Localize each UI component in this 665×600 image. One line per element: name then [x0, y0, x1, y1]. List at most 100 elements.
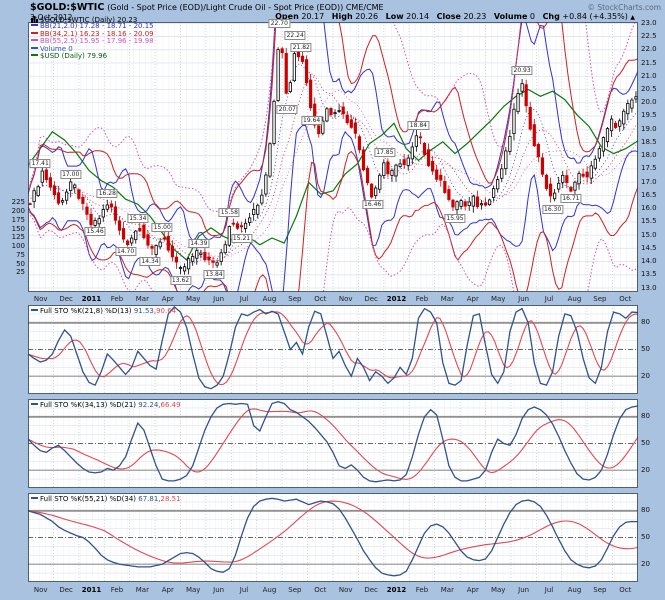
month-axis-label: Dec — [59, 295, 73, 303]
sto-axis-tick: 20 — [641, 561, 665, 568]
month-axis-label: Nov — [34, 295, 48, 303]
price-axis-tick: 21.5 — [641, 60, 665, 67]
month-axis-label: Sep — [593, 295, 606, 303]
volume-axis-tick: 175 — [0, 217, 25, 224]
price-axis-tick: 16.0 — [641, 205, 665, 212]
price-axis-tick: 19.0 — [641, 126, 665, 133]
legend-usd-text: $USD (Daily) 79.96 — [40, 52, 107, 60]
ohlc-quote-row: Open 20.17 High 20.26 Low 20.14 Close 20… — [270, 12, 635, 21]
month-axis-label: 2012 — [387, 586, 406, 594]
sto-plot-canvas-3 — [28, 493, 638, 582]
sto1-k-value: 91.53, — [134, 307, 156, 315]
price-axis-tick: 13.5 — [641, 271, 665, 278]
chg-label: Chg — [543, 12, 560, 21]
symbol-name: $GOLD:$WTIC — [30, 2, 104, 13]
price-axis-tick: 20.0 — [641, 99, 665, 106]
sto3-label: Full STO %K(55,21) %D(34) — [40, 495, 136, 503]
price-axis-tick: 21.0 — [641, 73, 665, 80]
main-legend: $GOLD:$WTIC (Daily) 20.23 BB(21,2.0) 17.… — [31, 16, 154, 60]
price-annotation: 17.41 — [30, 159, 51, 168]
price-axis-tick: 23.0 — [641, 20, 665, 27]
month-axis-label: Sep — [593, 586, 606, 594]
bb21-line-swatch — [31, 24, 38, 26]
price-annotation: 18.84 — [408, 121, 429, 130]
price-annotation: 13.84 — [203, 270, 224, 279]
month-axis-label: Apr — [162, 295, 174, 303]
up-arrow-icon: ▲ — [630, 14, 635, 21]
volume-axis-tick: 125 — [0, 234, 25, 241]
price-annotation: 16.28 — [97, 189, 118, 198]
month-axis-label: Feb — [111, 586, 123, 594]
sto-axis-tick: 80 — [641, 507, 665, 514]
price-annotation: 14.34 — [139, 257, 160, 266]
month-axis-label: Mar — [441, 586, 454, 594]
price-annotation: 14.70 — [115, 247, 136, 256]
month-axis-label: Apr — [162, 586, 174, 594]
usd-line-swatch — [31, 54, 38, 56]
price-annotation: 15.00 — [152, 223, 173, 232]
volume-axis-tick: 25 — [0, 269, 25, 276]
price-axis-tick: 16.5 — [641, 192, 665, 199]
price-axis-tick: 17.5 — [641, 165, 665, 172]
sto-k-swatch — [31, 309, 38, 311]
sto1-label: Full STO %K(21,8) %D(13) — [40, 307, 132, 315]
high-value: 20.26 — [355, 12, 378, 21]
month-axis-label: 2011 — [82, 295, 101, 303]
price-axis-tick: 13.0 — [641, 285, 665, 292]
price-axis-tick: 15.0 — [641, 232, 665, 239]
price-axis-tick: 20.5 — [641, 86, 665, 93]
sto2-k-value: 92.24, — [138, 401, 160, 409]
high-label: High — [332, 12, 353, 21]
month-axis-label: May — [491, 586, 505, 594]
volume-axis-tick: 150 — [0, 226, 25, 233]
bb34-line-swatch — [31, 32, 38, 34]
month-axis-label: Jun — [518, 586, 529, 594]
chg-value: +0.84 (+4.35%) — [562, 12, 627, 21]
sto3-k-value: 67.81, — [138, 495, 160, 503]
month-axis-label: Oct — [314, 295, 326, 303]
price-annotation: 19.64 — [301, 116, 322, 125]
price-axis-tick: 14.5 — [641, 245, 665, 252]
month-axis-label: Dec — [364, 295, 378, 303]
month-axis-label: Mar — [441, 295, 454, 303]
month-axis-label: Jun — [213, 586, 224, 594]
sto3-label-row: Full STO %K(55,21) %D(34) 67.81,28.51 — [31, 495, 181, 503]
volume-swatch — [31, 47, 38, 49]
sto1-label-row: Full STO %K(21,8) %D(13) 91.53,90.64 — [31, 307, 176, 315]
month-axis-label: Dec — [59, 586, 73, 594]
month-axis-label: Jun — [213, 295, 224, 303]
month-axis-label: Mar — [136, 295, 149, 303]
price-annotation: 16.71 — [560, 194, 581, 203]
month-axis-label: Apr — [467, 295, 479, 303]
sto-axis-tick: 20 — [641, 467, 665, 474]
month-axis-label: Oct — [314, 586, 326, 594]
price-annotation: 17.00 — [60, 170, 81, 179]
price-annotation: 22.70 — [269, 19, 290, 28]
volume-axis-tick: 200 — [0, 208, 25, 215]
sto-axis-tick: 80 — [641, 319, 665, 326]
sto2-label: Full STO %K(34,13) %D(21) — [40, 401, 136, 409]
month-axis-label: Aug — [568, 295, 582, 303]
sto-axis-tick: 80 — [641, 413, 665, 420]
price-annotation: 17.85 — [374, 148, 395, 157]
stochastic-panel-3 — [28, 493, 638, 582]
bb55-line-swatch — [31, 39, 38, 41]
sto-plot-canvas-2 — [28, 399, 638, 488]
price-axis-tick: 14.0 — [641, 258, 665, 265]
price-annotation: 15.46 — [85, 227, 106, 236]
symbol-description: (Gold - Spot Price (EOD)/Light Crude Oil… — [107, 3, 383, 12]
price-axis-tick: 18.0 — [641, 152, 665, 159]
stockcharts-chart: $GOLD:$WTIC (Gold - Spot Price (EOD)/Lig… — [0, 0, 665, 600]
price-annotation: 16.30 — [542, 205, 563, 214]
price-axis-tick: 15.5 — [641, 218, 665, 225]
volume-axis-tick: 225 — [0, 199, 25, 206]
price-annotation: 14.39 — [188, 239, 209, 248]
sto1-d-value: 90.64 — [156, 307, 176, 315]
open-value: 20.17 — [301, 12, 324, 21]
month-axis-label: Sep — [288, 586, 301, 594]
month-axis-label: Jun — [518, 295, 529, 303]
month-axis-label: Apr — [467, 586, 479, 594]
price-annotation: 20.07 — [277, 105, 298, 114]
price-annotation: 15.58 — [219, 208, 240, 217]
price-annotation: 13.62 — [170, 276, 191, 285]
